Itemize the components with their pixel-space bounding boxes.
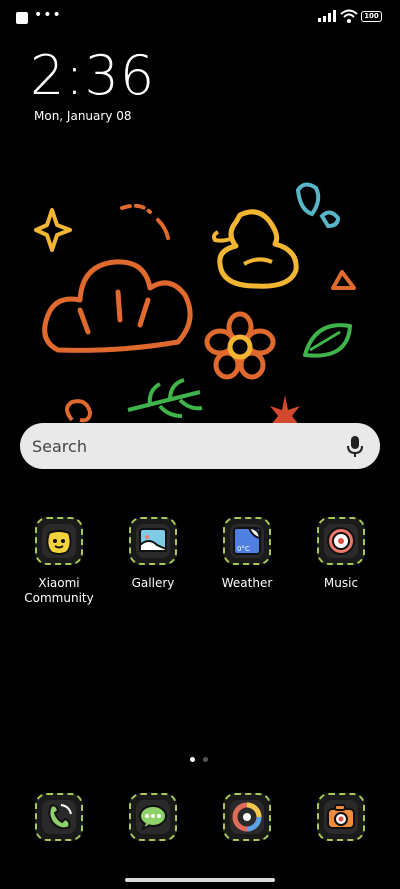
clock-date[interactable]: Mon, January 08	[34, 109, 132, 123]
music-icon[interactable]	[317, 517, 365, 565]
notification-square-icon	[16, 12, 28, 24]
weather-icon-temp: 0°C	[237, 545, 250, 553]
search-bar[interactable]: Search	[20, 423, 380, 469]
weather-icon[interactable]: 0°C	[223, 517, 271, 565]
camera-icon[interactable]	[317, 793, 365, 841]
gallery-icon[interactable]	[129, 517, 177, 565]
status-bar: ••• 100	[0, 0, 400, 34]
app-label-music: Music	[323, 576, 359, 590]
wallpaper-doodles	[34, 182, 356, 426]
app-label-xiaomi-community: Xiaomi Community	[24, 576, 94, 605]
xiaomi-community-icon[interactable]	[35, 517, 83, 565]
clock-time[interactable]: 2:36	[30, 44, 155, 107]
phone-icon[interactable]	[35, 793, 83, 841]
wifi-icon	[340, 9, 358, 23]
signal-icon	[318, 10, 336, 22]
battery-icon: 100	[361, 11, 382, 22]
browser-icon[interactable]	[223, 793, 271, 841]
app-label-gallery: Gallery	[131, 576, 175, 590]
app-label-weather: Weather	[221, 576, 273, 590]
more-notifications-icon: •••	[34, 7, 62, 23]
messages-icon[interactable]	[129, 793, 177, 841]
page-indicator-dot-active[interactable]	[190, 757, 195, 762]
microphone-icon[interactable]	[346, 435, 364, 459]
search-placeholder: Search	[32, 437, 87, 456]
navigation-handle[interactable]	[125, 878, 275, 882]
page-indicator-dot[interactable]	[203, 757, 208, 762]
